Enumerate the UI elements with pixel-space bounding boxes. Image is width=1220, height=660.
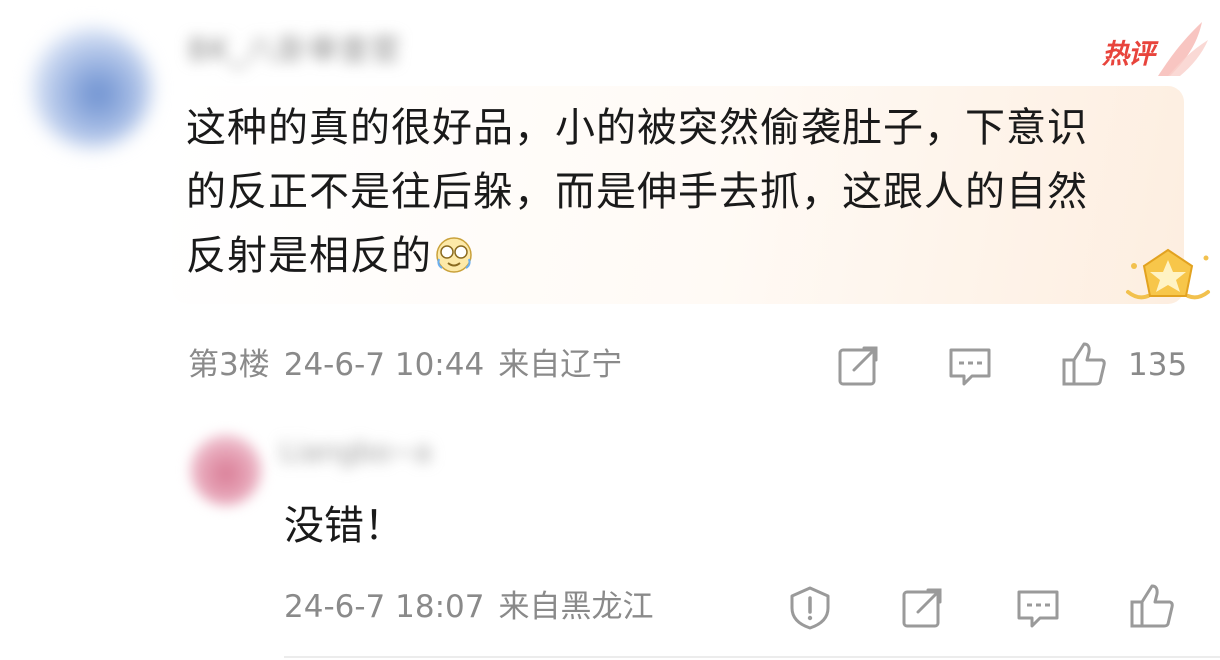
reply-username[interactable]: Liangbo~a (280, 430, 432, 474)
comment-meta: 第3楼 24-6-7 10:44 来自辽宁 (188, 342, 636, 388)
comment-line-text: 反射是相反的 (186, 233, 432, 279)
reply-text: 没错！ (284, 503, 404, 549)
divider (284, 656, 1220, 658)
comment-icon[interactable] (1014, 584, 1062, 632)
avatar[interactable] (32, 28, 152, 148)
comment-line: 反射是相反的 (186, 224, 1176, 288)
comment-line: 的反正不是往后躲，而是伸手去抓，这跟人的自然 (186, 169, 1088, 215)
laugh-cry-emoji-icon (436, 237, 472, 273)
medal-icon (1126, 248, 1210, 300)
edit-icon[interactable] (898, 584, 946, 632)
comment-line: 这种的真的很好品，小的被突然偷袭肚子，下意识 (186, 105, 1088, 151)
timestamp: 24-6-7 10:44 (283, 347, 485, 383)
floor-number: 第3楼 (188, 347, 270, 383)
hot-comment-badge: 热评 (1100, 18, 1210, 78)
timestamp: 24-6-7 18:07 (284, 589, 485, 625)
reply-avatar[interactable] (190, 434, 262, 506)
location: 来自辽宁 (498, 347, 623, 383)
like-count: 135 (1128, 347, 1188, 383)
username[interactable]: BK_八卦审查官 (188, 26, 401, 76)
edit-icon[interactable] (834, 342, 882, 390)
thumbs-up-icon[interactable] (1060, 340, 1108, 388)
comment-icon[interactable] (946, 342, 994, 390)
thumbs-up-icon[interactable] (1128, 582, 1176, 630)
hot-label: 热评 (1102, 39, 1155, 70)
reply-meta: 24-6-7 18:07 来自黑龙江 (284, 584, 667, 630)
report-icon[interactable] (786, 584, 834, 632)
comment-text: 这种的真的很好品，小的被突然偷袭肚子，下意识 的反正不是往后躲，而是伸手去抓，这… (186, 96, 1176, 288)
location: 来自黑龙江 (498, 589, 654, 625)
